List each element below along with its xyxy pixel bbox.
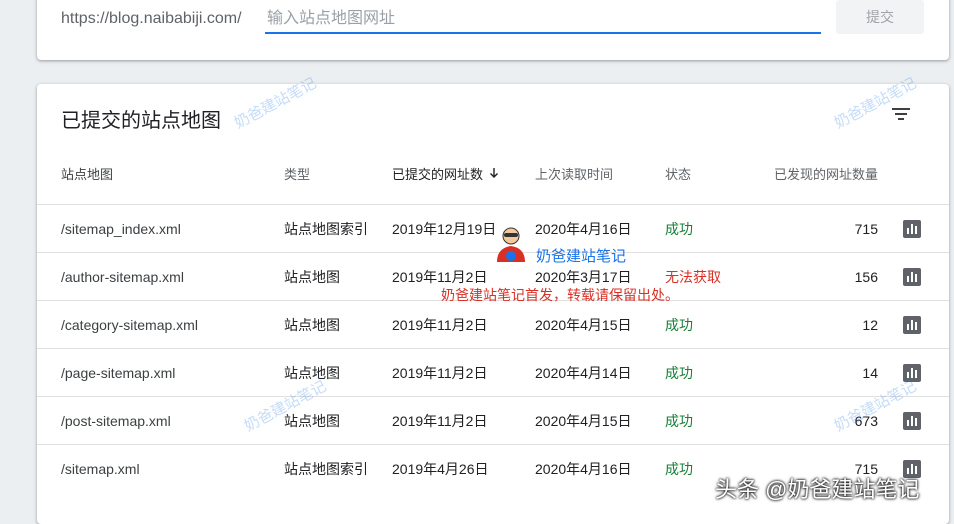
submitted-date: 2019年11月2日 [392, 413, 488, 429]
status-badge: 成功 [665, 221, 693, 237]
col-header-submitted[interactable]: 已提交的网址数 [392, 156, 499, 194]
site-url-prefix: https://blog.naibabiji.com/ [61, 10, 242, 27]
bar-chart-icon[interactable] [903, 220, 921, 238]
submitted-date: 2019年4月26日 [392, 461, 489, 477]
sitemap-type: 站点地图 [284, 317, 340, 333]
table-row[interactable]: /page-sitemap.xml 站点地图 2019年11月2日 2020年4… [37, 348, 949, 397]
submitted-date: 2019年11月2日 [392, 317, 488, 333]
submit-button[interactable]: 提交 [836, 0, 924, 34]
discovered-count: 156 [854, 269, 878, 285]
last-read-date: 2020年4月15日 [535, 413, 632, 429]
copyright-note: 奶爸建站笔记首发，转载请保留出处。 [441, 287, 679, 303]
bar-chart-icon[interactable] [903, 316, 921, 334]
sitemap-path: /page-sitemap.xml [61, 365, 176, 381]
card-title: 已提交的站点地图 [61, 110, 221, 132]
discovered-count: 12 [862, 317, 878, 333]
sitemap-type: 站点地图索引 [284, 221, 368, 237]
table-row[interactable]: /post-sitemap.xml 站点地图 2019年11月2日 2020年4… [37, 396, 949, 445]
table-row[interactable]: /category-sitemap.xml 站点地图 2019年11月2日 20… [37, 300, 949, 349]
status-badge: 成功 [665, 413, 693, 429]
status-badge: 成功 [665, 317, 693, 333]
col-header-submitted-label: 已提交的网址数 [392, 167, 484, 182]
last-read-date: 2020年4月15日 [535, 317, 632, 333]
col-header-type[interactable]: 类型 [284, 156, 310, 194]
submitted-date: 2019年12月19日 [392, 221, 497, 237]
col-header-last-read[interactable]: 上次读取时间 [535, 156, 613, 194]
sitemap-url-input[interactable] [265, 8, 821, 34]
col-header-discovered[interactable]: 已发现的网址数量 [774, 156, 878, 194]
center-brand-text: 奶爸建站笔记 [536, 248, 627, 265]
corner-watermark: 头条 @奶爸建站笔记 [715, 477, 920, 502]
col-header-status[interactable]: 状态 [665, 156, 691, 194]
status-badge: 成功 [665, 365, 693, 381]
sitemap-type: 站点地图 [284, 269, 340, 285]
status-badge: 成功 [665, 461, 693, 477]
sitemap-path: /post-sitemap.xml [61, 413, 171, 429]
bar-chart-icon[interactable] [903, 268, 921, 286]
last-read-date: 2020年4月14日 [535, 365, 632, 381]
discovered-count: 715 [854, 221, 878, 237]
submitted-date: 2019年11月2日 [392, 365, 488, 381]
filter-icon[interactable] [891, 106, 911, 122]
col-header-path[interactable]: 站点地图 [61, 156, 113, 194]
submit-sitemap-card: https://blog.naibabiji.com/ 提交 [37, 0, 949, 60]
sort-down-icon [490, 168, 499, 178]
last-read-date: 2020年4月16日 [535, 461, 632, 477]
sitemap-path: /author-sitemap.xml [61, 269, 184, 285]
sitemap-type: 站点地图索引 [284, 461, 368, 477]
table-header: 站点地图 类型 已提交的网址数 上次读取时间 状态 已发现的网址数量 [37, 156, 949, 204]
bar-chart-icon[interactable] [903, 412, 921, 430]
discovered-count: 14 [862, 365, 878, 381]
sitemap-path: /category-sitemap.xml [61, 317, 198, 333]
mascot-logo-icon [497, 227, 525, 262]
sitemap-path: /sitemap_index.xml [61, 221, 181, 237]
sitemap-path: /sitemap.xml [61, 461, 140, 477]
